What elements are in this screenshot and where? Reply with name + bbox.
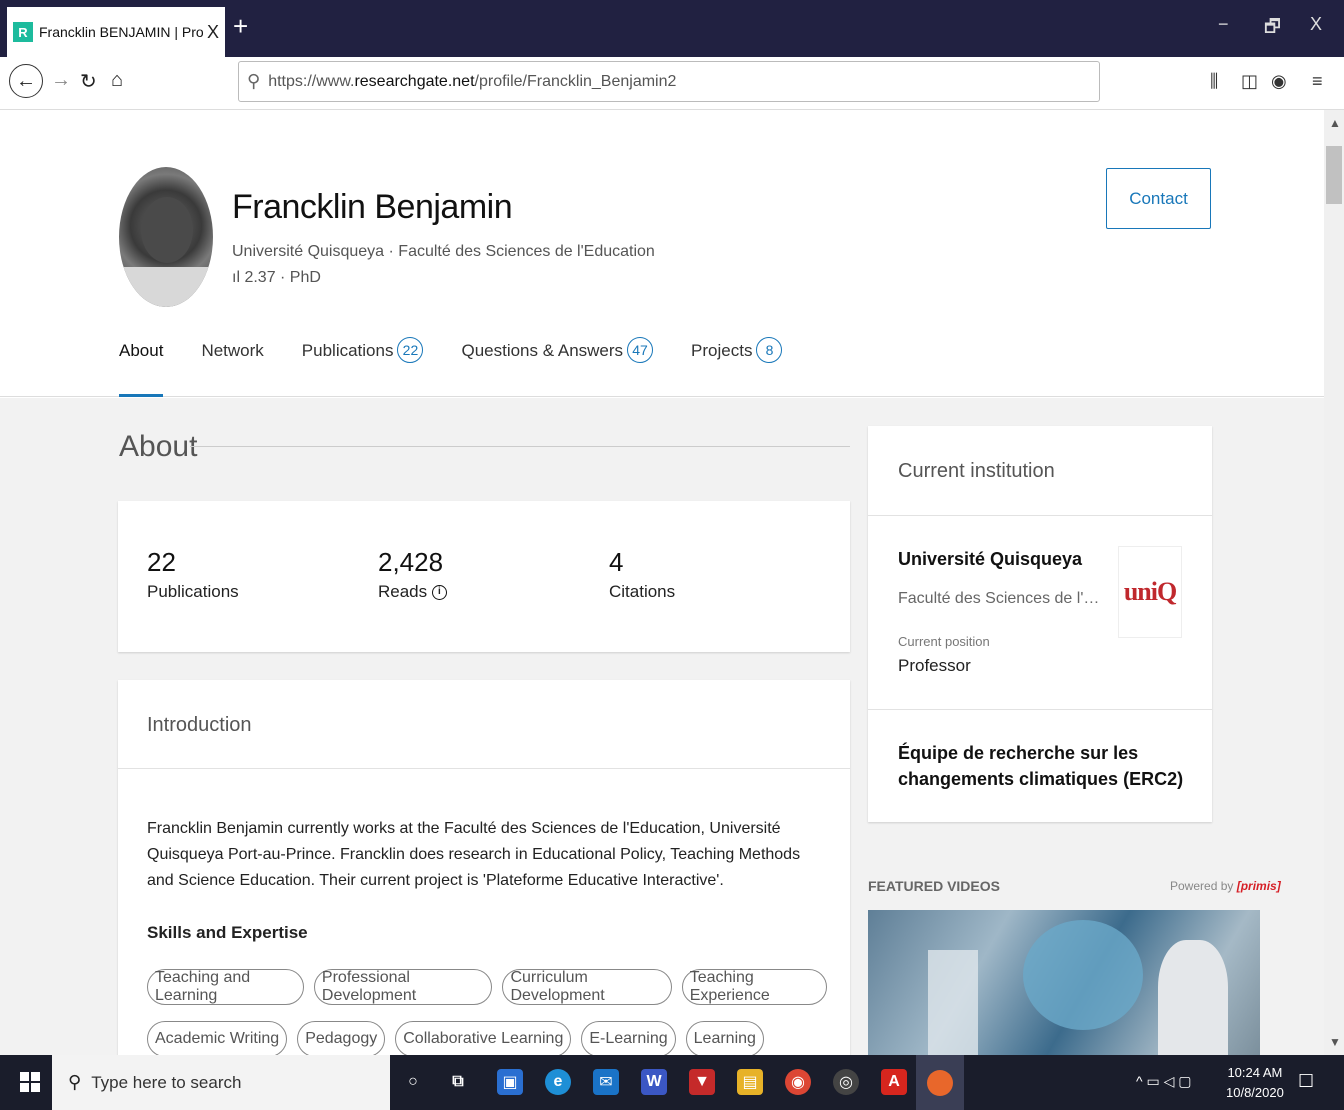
skills-list: Teaching and Learning Professional Devel…: [147, 969, 837, 1055]
tab-projects[interactable]: Projects 8: [691, 332, 783, 397]
skill-tag[interactable]: Teaching and Learning: [147, 969, 304, 1005]
featured-video[interactable]: [868, 910, 1260, 1055]
researchgate-favicon-icon: R: [13, 22, 33, 42]
media-icon[interactable]: ▼: [689, 1069, 715, 1095]
profile-score: ıl 2.37 · PhD: [232, 269, 321, 286]
scroll-down-icon[interactable]: ▼: [1329, 1035, 1341, 1049]
mail-icon[interactable]: ✉: [593, 1069, 619, 1095]
firefox-icon[interactable]: [916, 1055, 964, 1110]
skill-tag[interactable]: Professional Development: [313, 969, 493, 1005]
windows-taskbar: ⚲ Type here to search ○ ⧉ ▣ e ✉ W ▼ ▤ ◉ …: [0, 1055, 1344, 1110]
skill-tag[interactable]: Teaching Experience: [681, 969, 827, 1005]
word-icon[interactable]: W: [641, 1069, 667, 1095]
back-arrow-icon[interactable]: ←: [9, 64, 43, 98]
institution-logo[interactable]: uniQ: [1118, 546, 1182, 638]
restore-button[interactable]: 🗗: [1264, 14, 1281, 44]
acrobat-icon[interactable]: A: [881, 1069, 907, 1095]
scroll-thumb[interactable]: [1326, 146, 1342, 204]
publications-count-badge: 22: [397, 337, 424, 363]
browser-navbar: ← → ↻ ⌂ ⚲ https://www.researchgate.net/p…: [0, 57, 1344, 110]
notifications-icon[interactable]: ☐: [1298, 1071, 1314, 1092]
forward-arrow-icon[interactable]: →: [51, 69, 71, 92]
tray-icons[interactable]: ^ ▭ ◁ ▢: [1136, 1073, 1191, 1090]
reload-icon[interactable]: ↻: [80, 69, 97, 94]
institution-department[interactable]: Faculté des Sciences de l'Education: [898, 590, 1110, 608]
featured-videos-label: FEATURED VIDEOS: [868, 878, 1000, 894]
tab-close-icon[interactable]: X: [207, 22, 219, 43]
sidebar-icon[interactable]: ◫: [1241, 71, 1258, 92]
questions-count-badge: 47: [627, 337, 654, 363]
store-icon[interactable]: ▣: [497, 1069, 523, 1095]
scroll-up-icon[interactable]: ▲: [1329, 116, 1341, 130]
skill-tag[interactable]: Curriculum Development: [502, 969, 672, 1005]
minimize-button[interactable]: −: [1218, 14, 1229, 35]
research-group[interactable]: Équipe de recherche sur les changements …: [898, 740, 1188, 792]
browser-tab[interactable]: R Francklin BENJAMIN | Professor X: [7, 7, 225, 57]
skill-tag[interactable]: Learning: [685, 1021, 764, 1055]
task-view-icon[interactable]: ⧉: [445, 1069, 471, 1095]
stat-citations[interactable]: 4 Citations: [609, 547, 675, 602]
institution-name[interactable]: Université Quisqueya: [898, 549, 1082, 570]
windows-icon[interactable]: [20, 1072, 40, 1092]
institution-heading: Current institution: [868, 426, 1212, 516]
page-scrollbar[interactable]: ▲ ▼: [1324, 110, 1344, 1055]
account-icon[interactable]: ◉: [1271, 71, 1287, 92]
skill-tag[interactable]: Collaborative Learning: [395, 1021, 572, 1055]
tab-publications[interactable]: Publications 22: [302, 332, 424, 397]
profile-tabs: About Network Publications 22 Questions &…: [119, 332, 820, 397]
divider: [190, 446, 850, 447]
position-value: Professor: [898, 656, 971, 675]
profile-institution[interactable]: Université Quisqueya · Faculté des Scien…: [232, 243, 655, 261]
skill-tag[interactable]: E-Learning: [581, 1021, 676, 1055]
institution-card: Current institution Université Quisqueya…: [868, 426, 1212, 822]
chrome-icon[interactable]: ◉: [785, 1069, 811, 1095]
projects-count-badge: 8: [756, 337, 783, 363]
search-icon: ⚲: [247, 71, 261, 91]
introduction-heading: Introduction: [118, 680, 850, 769]
edge-icon[interactable]: e: [545, 1069, 571, 1095]
stats-card: 22 Publications 2,428 Reads i 4 Citation…: [118, 501, 850, 652]
contact-button[interactable]: Contact: [1106, 168, 1211, 229]
home-icon[interactable]: ⌂: [111, 69, 123, 92]
tab-about[interactable]: About: [119, 332, 164, 397]
position-label: Current position: [898, 634, 990, 649]
url-text: https://www.researchgate.net/profile/Fra…: [268, 72, 677, 90]
url-bar[interactable]: ⚲ https://www.researchgate.net/profile/F…: [238, 61, 1100, 102]
powered-by: Powered by [primis]: [1170, 879, 1281, 893]
search-icon: ⚲: [68, 1072, 82, 1092]
library-icon[interactable]: ⫼: [1210, 71, 1218, 92]
info-icon[interactable]: i: [431, 585, 447, 601]
about-heading: About: [119, 430, 198, 463]
page-viewport: Francklin Benjamin Université Quisqueya …: [0, 110, 1324, 1055]
profile-name: Francklin Benjamin: [232, 188, 513, 226]
introduction-card: Introduction Francklin Benjamin currentl…: [118, 680, 850, 1055]
taskbar-search[interactable]: ⚲ Type here to search: [52, 1055, 390, 1110]
profile-header: Francklin Benjamin Université Quisqueya …: [0, 110, 1324, 397]
clock[interactable]: 10:24 AM 10/8/2020: [1226, 1063, 1284, 1103]
window-close-button[interactable]: X: [1310, 14, 1322, 35]
skill-tag[interactable]: Pedagogy: [297, 1021, 386, 1055]
avatar[interactable]: [119, 167, 213, 307]
menu-icon[interactable]: ≡: [1312, 71, 1323, 92]
institution-body: Université Quisqueya Faculté des Science…: [868, 516, 1212, 710]
browser-titlebar: R Francklin BENJAMIN | Professor X + − 🗗…: [0, 0, 1344, 57]
music-icon[interactable]: ◎: [833, 1069, 859, 1095]
skill-tag[interactable]: Academic Writing: [147, 1021, 288, 1055]
tab-network[interactable]: Network: [201, 332, 263, 397]
stat-publications[interactable]: 22 Publications: [147, 547, 239, 602]
introduction-text: Francklin Benjamin currently works at th…: [147, 820, 801, 889]
cortana-icon[interactable]: ○: [400, 1069, 426, 1095]
stat-reads[interactable]: 2,428 Reads i: [378, 547, 447, 602]
new-tab-button[interactable]: +: [233, 12, 248, 40]
tab-title: Francklin BENJAMIN | Professor: [39, 24, 203, 40]
skills-heading: Skills and Expertise: [147, 923, 308, 942]
file-explorer-icon[interactable]: ▤: [737, 1069, 763, 1095]
tab-questions-answers[interactable]: Questions & Answers 47: [461, 332, 654, 397]
